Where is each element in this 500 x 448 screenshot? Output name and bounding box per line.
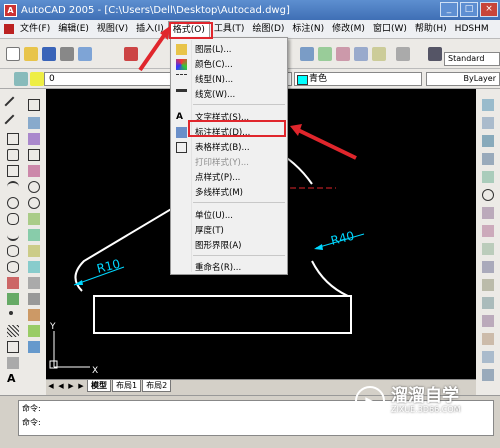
watermark-domain: ZIXUE.3D66.COM <box>391 404 461 414</box>
arrow-to-dimension-style <box>297 128 357 160</box>
watermark: ▶ 溜溜自学 ZIXUE.3D66.COM <box>355 386 461 416</box>
watermark-logo-icon: ▶ <box>355 386 385 416</box>
arrow-to-format-menu <box>138 32 167 72</box>
watermark-text: 溜溜自学 ZIXUE.3D66.COM <box>391 387 461 414</box>
annotation-overlay <box>138 26 357 160</box>
watermark-name: 溜溜自学 <box>391 386 459 407</box>
